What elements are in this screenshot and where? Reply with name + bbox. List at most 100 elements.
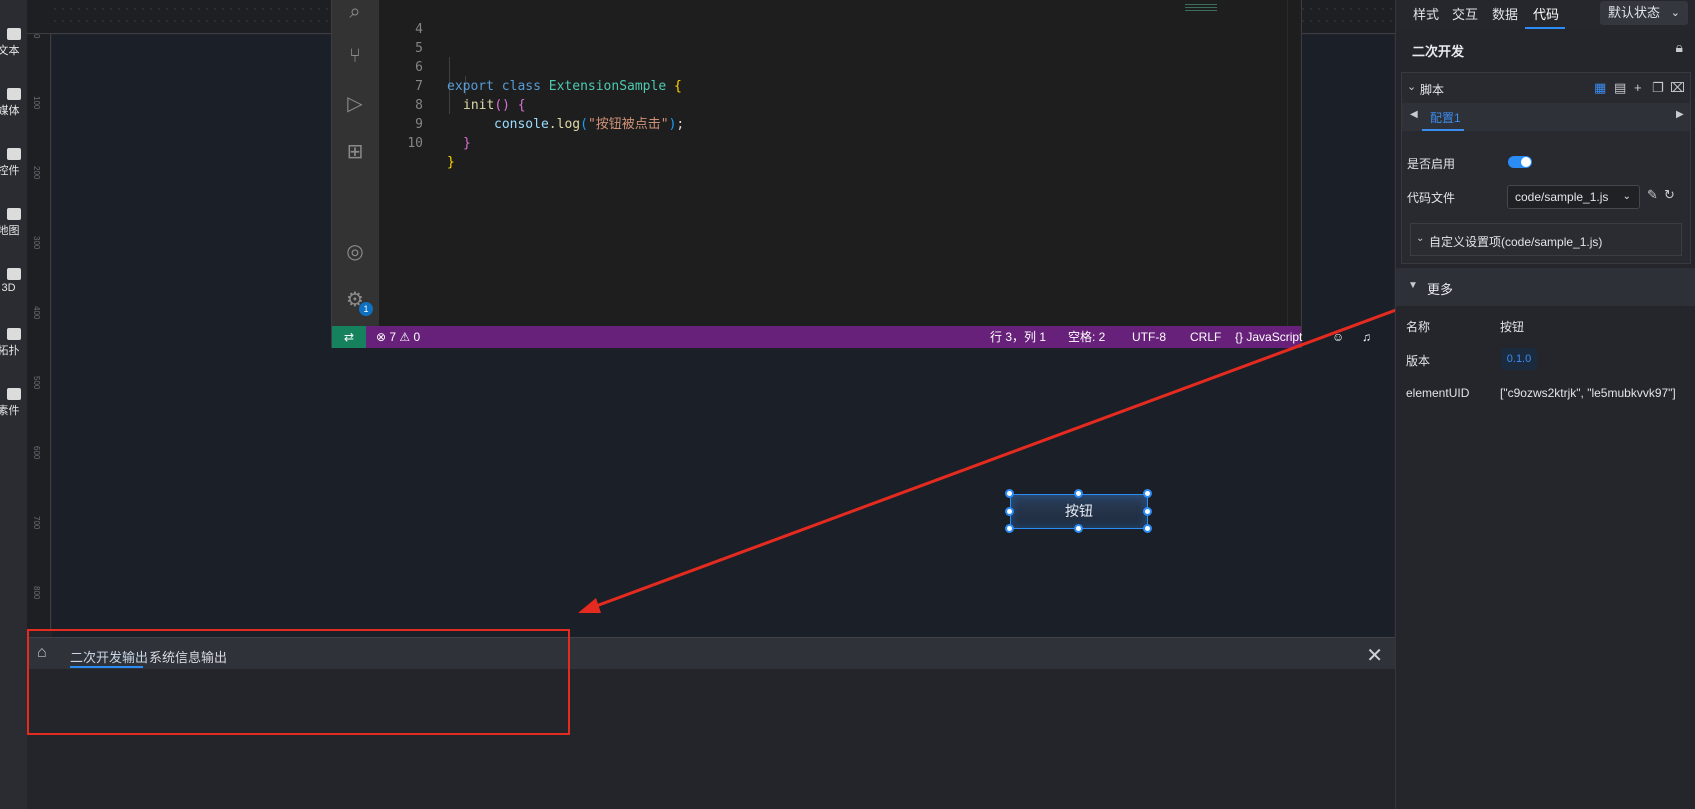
refresh-icon[interactable]: ↻ <box>1664 187 1675 203</box>
grid-icon[interactable]: ▤ <box>1614 80 1626 96</box>
status-language[interactable]: {} JavaScript <box>1235 326 1302 348</box>
name-value: 按钮 <box>1500 320 1525 334</box>
resize-handle[interactable] <box>1074 489 1083 498</box>
remote-icon[interactable]: ⇄ <box>332 326 366 348</box>
delete-icon[interactable]: ⌧ <box>1670 80 1685 96</box>
token-class-name: ExtensionSample <box>548 79 667 94</box>
ruler-left: 0 100 200 300 400 500 600 700 800 <box>27 34 51 630</box>
resize-handle[interactable] <box>1143 507 1152 516</box>
tab-code[interactable]: 代码 <box>1533 4 1559 23</box>
resize-handle[interactable] <box>1005 524 1014 533</box>
script-card-header[interactable]: ⌄ 脚本 ▦ ▤ + ❐ ⌧ <box>1402 73 1690 103</box>
bell-icon[interactable]: ♫ <box>1362 326 1371 348</box>
chevron-right-icon[interactable]: ▶ <box>1676 109 1684 120</box>
source-control-icon[interactable]: ⑂ <box>343 44 367 68</box>
ruler-tick: 100 <box>32 96 41 110</box>
copilot-icon[interactable]: ☺ <box>1332 326 1344 348</box>
toolbar-item-map[interactable]: 地图 <box>0 208 27 238</box>
toolbar-item-control[interactable]: 控件 <box>0 148 27 178</box>
copy-icon[interactable]: ❐ <box>1652 80 1664 96</box>
state-select[interactable]: 默认状态 ⌄ <box>1600 1 1688 25</box>
resize-handle[interactable] <box>1143 489 1152 498</box>
annotation-box <box>27 629 570 735</box>
chevron-left-icon[interactable]: ◀ <box>1410 109 1418 120</box>
text-icon <box>6 28 21 40</box>
token-brace: { <box>674 79 682 94</box>
left-toolbar: 文本 媒体 控件 地图 3D 拓扑 素件 <box>0 0 27 809</box>
more-section-header[interactable]: ▼ 更多 <box>1396 268 1695 306</box>
version-label: 版本 <box>1406 354 1431 368</box>
token-parens: () <box>494 98 510 113</box>
code-text: init() { <box>463 96 526 115</box>
run-debug-icon[interactable]: ▷ <box>343 92 367 116</box>
edit-icon[interactable]: ✎ <box>1647 187 1658 203</box>
status-problems[interactable]: ⊗ 7 ⚠ 0 <box>376 326 420 348</box>
toolbar-item-assets[interactable]: 素件 <box>0 388 27 418</box>
active-tab-indicator <box>1422 129 1464 131</box>
toolbar-item-topology[interactable]: 拓扑 <box>0 328 27 358</box>
token-paren: ( <box>580 117 588 132</box>
account-icon[interactable]: ◎ <box>343 240 367 264</box>
toolbar-item-media[interactable]: 媒体 <box>0 88 27 118</box>
tab-config-1[interactable]: 配置1 <box>1430 109 1461 126</box>
cube-icon <box>6 268 21 280</box>
uid-value: ["c9ozws2ktrjk", "le5mubkvvk97"] <box>1500 386 1676 400</box>
enable-toggle[interactable] <box>1508 156 1532 168</box>
control-icon <box>6 148 21 160</box>
language-label: JavaScript <box>1246 330 1303 344</box>
resize-handle[interactable] <box>1074 524 1083 533</box>
tab-data[interactable]: 数据 <box>1492 4 1518 23</box>
code-text: } <box>463 134 471 153</box>
activity-bar: ⌕ ⑂ ▷ ⊞ ◎ ⚙ 1 <box>332 0 379 326</box>
status-cursor-position[interactable]: 行 3，列 1 <box>990 326 1046 348</box>
uid-label: elementUID <box>1406 386 1470 400</box>
code-area[interactable]: 4 5 6 export class ExtensionSample { 7 i… <box>379 0 1287 326</box>
token-brace: } <box>447 155 455 170</box>
error-count: 7 <box>389 330 397 344</box>
code-line: 7 init() { <box>379 58 525 113</box>
property-panel: 样式 交互 数据 代码 默认状态 ⌄ 二次开发 🔒︎ ⌄ 脚本 ▦ ▤ + ❐ … <box>1395 0 1695 809</box>
resize-handle[interactable] <box>1143 524 1152 533</box>
custom-settings-section[interactable]: ⌄ 自定义设置项(code/sample_1.js) <box>1410 223 1682 256</box>
token-keyword: export <box>447 79 494 94</box>
config-tab-bar: ◀ 配置1 ▶ <box>1402 103 1690 131</box>
status-indentation[interactable]: 空格: 2 <box>1068 326 1105 348</box>
layout-icon[interactable]: ▦ <box>1594 80 1606 96</box>
chevron-down-icon: ⌄ <box>1416 233 1425 244</box>
extensions-icon[interactable]: ⊞ <box>343 140 367 164</box>
code-file-select[interactable]: code/sample_1.js ⌄ <box>1507 185 1640 209</box>
braces-icon: {} <box>1235 330 1244 344</box>
caret-down-icon: ▼ <box>1408 280 1418 291</box>
state-select-value: 默认状态 <box>1608 5 1661 20</box>
add-icon[interactable]: + <box>1634 80 1642 95</box>
chevron-down-icon[interactable]: ⌄ <box>1407 80 1416 93</box>
close-icon[interactable]: ✕ <box>1366 643 1383 668</box>
token-keyword: class <box>501 79 541 94</box>
toolbar-item-label: 素件 <box>0 405 20 417</box>
code-editor[interactable]: ⌕ ⑂ ▷ ⊞ ◎ ⚙ 1 4 5 6 export class Extensi… <box>331 0 1371 348</box>
custom-settings-title: 自定义设置项(code/sample_1.js) <box>1429 235 1603 249</box>
status-eol[interactable]: CRLF <box>1190 326 1221 348</box>
toolbar-item-3d[interactable]: 3D <box>0 268 27 294</box>
code-line: 4 <box>379 1 442 37</box>
status-encoding[interactable]: UTF-8 <box>1132 326 1166 348</box>
token-string: "按钮被点击" <box>587 117 669 132</box>
minimap[interactable] <box>1185 4 1217 12</box>
toolbar-item-label: 地图 <box>0 225 20 237</box>
script-title: 脚本 <box>1420 83 1445 97</box>
code-text: } <box>447 153 455 172</box>
lock-icon[interactable]: 🔒︎ <box>1676 39 1683 56</box>
toolbar-item-text[interactable]: 文本 <box>0 28 27 58</box>
section-title: 二次开发 <box>1412 44 1465 59</box>
search-icon[interactable]: ⌕ <box>343 0 367 24</box>
editor-scrollbar[interactable] <box>1287 0 1301 326</box>
ruler-tick: 800 <box>32 586 41 600</box>
resize-handle[interactable] <box>1005 507 1014 516</box>
code-text: export class ExtensionSample { <box>447 77 682 96</box>
tab-interaction[interactable]: 交互 <box>1452 4 1478 23</box>
code-file-value: code/sample_1.js <box>1515 190 1609 204</box>
code-line: 9 } <box>379 96 471 151</box>
resize-handle[interactable] <box>1005 489 1014 498</box>
app-root: 文本 媒体 控件 地图 3D 拓扑 素件 0 100 200 300 400 5… <box>0 0 1695 809</box>
tab-style[interactable]: 样式 <box>1413 4 1439 23</box>
